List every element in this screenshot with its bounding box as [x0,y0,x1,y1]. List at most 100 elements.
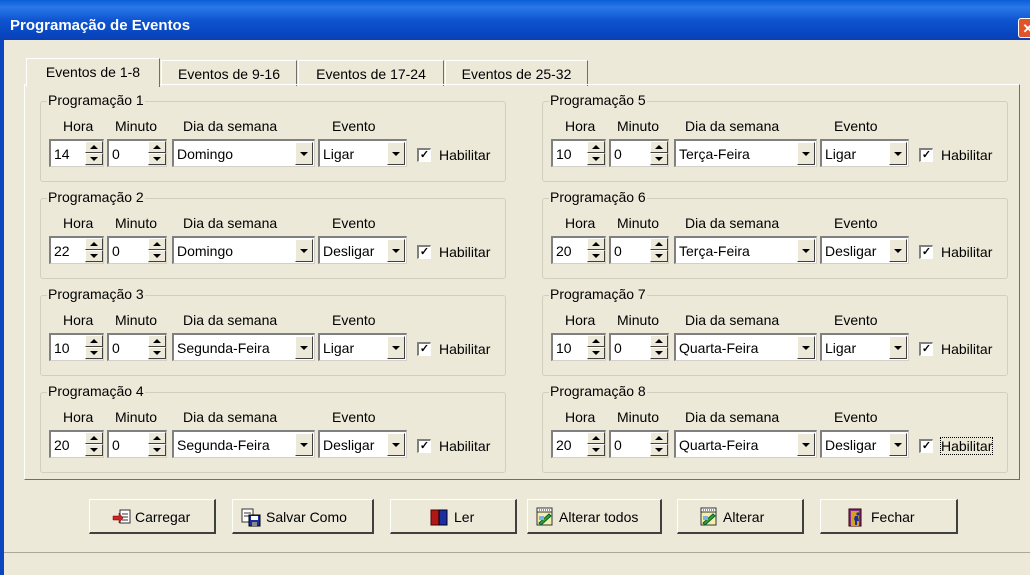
dia-semana-select[interactable]: Domingo [172,139,315,167]
chevron-down-icon[interactable] [387,142,405,165]
spin-up-icon[interactable] [148,141,166,153]
hora-spin-buttons[interactable] [85,238,103,263]
dia-semana-select[interactable]: Quarta-Feira [674,430,817,458]
evento-select[interactable]: Desligar [820,236,909,264]
minuto-spin-buttons[interactable] [650,432,668,457]
spin-up-icon[interactable] [587,141,605,153]
alterar-button[interactable]: Alterar [677,499,804,534]
minuto-spin-buttons[interactable] [650,141,668,166]
habilitar-label[interactable]: Habilitar [439,341,490,357]
evento-select[interactable]: Ligar [820,333,909,361]
evento-select[interactable]: Ligar [820,139,909,167]
spin-down-icon[interactable] [148,347,166,359]
hora-spinner[interactable]: 22 [49,236,104,264]
habilitar-checkbox[interactable]: ✓ [417,439,431,453]
chevron-down-icon[interactable] [889,433,907,456]
habilitar-checkbox[interactable]: ✓ [919,148,933,162]
habilitar-checkbox[interactable]: ✓ [919,439,933,453]
spin-down-icon[interactable] [650,250,668,262]
evento-select[interactable]: Desligar [318,236,407,264]
minuto-spinner[interactable]: 0 [609,430,669,458]
tab-eventos-1-8[interactable]: Eventos de 1-8 [26,58,160,87]
hora-spin-buttons[interactable] [85,335,103,360]
hora-spin-buttons[interactable] [587,432,605,457]
hora-spinner[interactable]: 20 [551,236,606,264]
tab-eventos-9-16[interactable]: Eventos de 9-16 [161,60,297,86]
spin-up-icon[interactable] [650,141,668,153]
spin-up-icon[interactable] [650,335,668,347]
tab-eventos-25-32[interactable]: Eventos de 25-32 [445,60,588,86]
spin-down-icon[interactable] [650,444,668,456]
fechar-button[interactable]: Fechar [820,499,958,534]
chevron-down-icon[interactable] [387,433,405,456]
chevron-down-icon[interactable] [889,239,907,262]
hora-spinner[interactable]: 20 [551,430,606,458]
spin-down-icon[interactable] [85,444,103,456]
chevron-down-icon[interactable] [889,336,907,359]
habilitar-checkbox[interactable]: ✓ [417,245,431,259]
dia-semana-select[interactable]: Domingo [172,236,315,264]
hora-spinner[interactable]: 14 [49,139,104,167]
hora-spinner[interactable]: 10 [551,139,606,167]
dia-semana-select[interactable]: Terça-Feira [674,236,817,264]
spin-up-icon[interactable] [650,238,668,250]
minuto-spin-buttons[interactable] [148,141,166,166]
habilitar-label[interactable]: Habilitar [941,147,992,163]
chevron-down-icon[interactable] [797,336,815,359]
close-button[interactable]: ✕ [1018,18,1030,38]
chevron-down-icon[interactable] [797,433,815,456]
spin-down-icon[interactable] [85,250,103,262]
spin-up-icon[interactable] [85,432,103,444]
minuto-spinner[interactable]: 0 [609,333,669,361]
chevron-down-icon[interactable] [387,336,405,359]
spin-up-icon[interactable] [148,335,166,347]
evento-select[interactable]: Ligar [318,333,407,361]
minuto-spinner[interactable]: 0 [107,139,167,167]
minuto-spin-buttons[interactable] [650,238,668,263]
habilitar-label[interactable]: Habilitar [941,244,992,260]
spin-up-icon[interactable] [587,432,605,444]
minuto-spin-buttons[interactable] [650,335,668,360]
chevron-down-icon[interactable] [387,239,405,262]
minuto-spinner[interactable]: 0 [107,430,167,458]
habilitar-label[interactable]: Habilitar [939,437,994,455]
evento-select[interactable]: Desligar [318,430,407,458]
hora-spin-buttons[interactable] [587,238,605,263]
title-bar[interactable]: Programação de Eventos ✕ [0,0,1030,40]
spin-up-icon[interactable] [85,335,103,347]
minuto-spinner[interactable]: 0 [107,236,167,264]
habilitar-checkbox[interactable]: ✓ [417,148,431,162]
minuto-spin-buttons[interactable] [148,432,166,457]
hora-spin-buttons[interactable] [587,141,605,166]
hora-spinner[interactable]: 20 [49,430,104,458]
hora-spinner[interactable]: 10 [49,333,104,361]
chevron-down-icon[interactable] [295,239,313,262]
habilitar-checkbox[interactable]: ✓ [919,245,933,259]
spin-down-icon[interactable] [587,444,605,456]
chevron-down-icon[interactable] [797,239,815,262]
minuto-spin-buttons[interactable] [148,335,166,360]
evento-select[interactable]: Ligar [318,139,407,167]
minuto-spinner[interactable]: 0 [609,139,669,167]
spin-down-icon[interactable] [148,153,166,165]
habilitar-label[interactable]: Habilitar [439,244,490,260]
carregar-button[interactable]: Carregar [89,499,216,534]
chevron-down-icon[interactable] [295,433,313,456]
spin-up-icon[interactable] [85,141,103,153]
dia-semana-select[interactable]: Segunda-Feira [172,333,315,361]
chevron-down-icon[interactable] [295,336,313,359]
chevron-down-icon[interactable] [889,142,907,165]
spin-up-icon[interactable] [85,238,103,250]
alterar-todos-button[interactable]: Alterar todos [527,499,662,534]
dia-semana-select[interactable]: Quarta-Feira [674,333,817,361]
spin-down-icon[interactable] [650,347,668,359]
ler-button[interactable]: Ler [390,499,517,534]
spin-up-icon[interactable] [148,238,166,250]
spin-up-icon[interactable] [587,335,605,347]
spin-down-icon[interactable] [587,250,605,262]
dia-semana-select[interactable]: Segunda-Feira [172,430,315,458]
spin-down-icon[interactable] [587,347,605,359]
hora-spinner[interactable]: 10 [551,333,606,361]
hora-spin-buttons[interactable] [85,432,103,457]
habilitar-checkbox[interactable]: ✓ [417,342,431,356]
